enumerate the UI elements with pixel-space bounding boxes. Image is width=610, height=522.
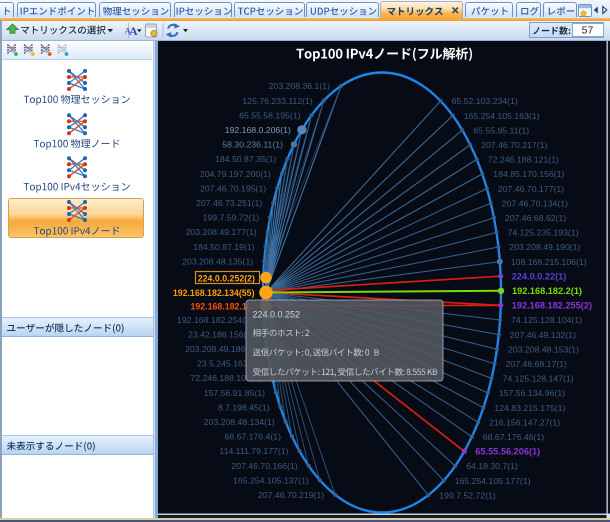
svg-text:207.46.70.219(1): 207.46.70.219(1) xyxy=(258,490,324,500)
svg-text:23.42.186.156(1): 23.42.186.156(1) xyxy=(188,329,254,339)
svg-text:74.125.235.193(1): 74.125.235.193(1) xyxy=(508,228,579,238)
svg-text:65.55.58.195(1): 65.55.58.195(1) xyxy=(239,110,300,120)
svg-text:A: A xyxy=(129,24,138,38)
svg-text:184.50.87.35(1): 184.50.87.35(1) xyxy=(215,154,276,164)
svg-text:68.67.176.46(1): 68.67.176.46(1) xyxy=(483,432,544,442)
svg-text:224.0.0.252(2): 224.0.0.252(2) xyxy=(198,273,255,283)
svg-text:74.125.128.147(1): 74.125.128.147(1) xyxy=(503,374,574,384)
svg-text:165.254.105.177(1): 165.254.105.177(1) xyxy=(455,476,531,486)
svg-text:192.168.182.2(1): 192.168.182.2(1) xyxy=(512,286,582,296)
svg-text:192.168.182.134(55): 192.168.182.134(55) xyxy=(173,288,255,298)
svg-text:124.83.215.175(1): 124.83.215.175(1) xyxy=(494,403,565,413)
svg-text:192.168.0.206(1): 192.168.0.206(1) xyxy=(225,125,291,135)
svg-text:108.168.215.106(1): 108.168.215.106(1) xyxy=(511,257,587,267)
svg-text:207.46.70.177(1): 207.46.70.177(1) xyxy=(498,184,564,194)
svg-text:207.46.73.251(1): 207.46.73.251(1) xyxy=(196,198,262,208)
svg-text:207.46.70.134(1): 207.46.70.134(1) xyxy=(502,198,568,208)
svg-text:72.246.188.121(1): 72.246.188.121(1) xyxy=(488,155,559,165)
svg-text:65.52.103.234(1): 65.52.103.234(1) xyxy=(452,96,518,106)
svg-text:199.7.52.72(1): 199.7.52.72(1) xyxy=(439,490,496,500)
svg-text:57: 57 xyxy=(582,25,594,37)
svg-text:114.111.79.177(1): 114.111.79.177(1) xyxy=(219,446,288,456)
svg-text:157.56.91.85(1): 157.56.91.85(1) xyxy=(204,388,265,398)
svg-text:199.7.59.72(1): 199.7.59.72(1) xyxy=(203,213,260,223)
svg-text:203.208.49.190(1): 203.208.49.190(1) xyxy=(509,242,580,252)
svg-text:165.254.105.163(1): 165.254.105.163(1) xyxy=(464,111,540,121)
svg-text:64.18.30.7(1): 64.18.30.7(1) xyxy=(466,461,518,471)
svg-text:207.46.70.195(1): 207.46.70.195(1) xyxy=(200,183,266,193)
svg-text:207.46.70.217(1): 207.46.70.217(1) xyxy=(481,140,547,150)
svg-text:207.46.70.166(1): 207.46.70.166(1) xyxy=(231,461,297,471)
svg-text:68.67.176.4(1): 68.67.176.4(1) xyxy=(224,432,281,442)
svg-text:203.208.48.153(1): 203.208.48.153(1) xyxy=(508,344,579,354)
svg-text:203.208.49.186(1): 203.208.49.186(1) xyxy=(185,344,256,354)
svg-text:207.46.68.17(1): 207.46.68.17(1) xyxy=(506,359,567,369)
svg-text:216.156.147.27(1): 216.156.147.27(1) xyxy=(489,417,560,427)
svg-text:58.30.236.11(1): 58.30.236.11(1) xyxy=(222,140,283,150)
svg-text:203.208.48.134(1): 203.208.48.134(1) xyxy=(204,417,275,427)
svg-text:203.208.49.177(1): 203.208.49.177(1) xyxy=(186,227,257,237)
svg-text:74.125.128.104(1): 74.125.128.104(1) xyxy=(511,315,582,325)
svg-text:192.168.182.254(2): 192.168.182.254(2) xyxy=(177,315,253,325)
svg-text:65.55.56.206(1): 65.55.56.206(1) xyxy=(475,447,540,457)
svg-text:207.46.49.132(1): 207.46.49.132(1) xyxy=(510,330,576,340)
svg-text:157.56.134.96(1): 157.56.134.96(1) xyxy=(499,388,565,398)
svg-text:125.76.233.112(1): 125.76.233.112(1) xyxy=(242,96,312,106)
svg-text:203.208.36.1(1): 203.208.36.1(1) xyxy=(269,81,330,91)
svg-text:224.0.0.22(1): 224.0.0.22(1) xyxy=(512,271,567,281)
svg-text:165.254.105.137(1): 165.254.105.137(1) xyxy=(233,475,309,485)
svg-text:184.50.87.19(1): 184.50.87.19(1) xyxy=(193,242,254,252)
svg-text:65.55.95.11(1): 65.55.95.11(1) xyxy=(473,125,529,135)
svg-text:224.0.0.252: 224.0.0.252 xyxy=(253,309,301,319)
svg-text:192.168.182.255(2): 192.168.182.255(2) xyxy=(512,301,592,311)
svg-text:204.79.197.200(1): 204.79.197.200(1) xyxy=(200,169,271,179)
svg-text:8.7.198.45(1): 8.7.198.45(1) xyxy=(218,402,270,412)
svg-text:207.46.68.62(1): 207.46.68.62(1) xyxy=(505,213,566,223)
svg-text:184.85.170.156(1): 184.85.170.156(1) xyxy=(493,169,564,179)
svg-text:203.208.48.135(1): 203.208.48.135(1) xyxy=(182,256,253,266)
